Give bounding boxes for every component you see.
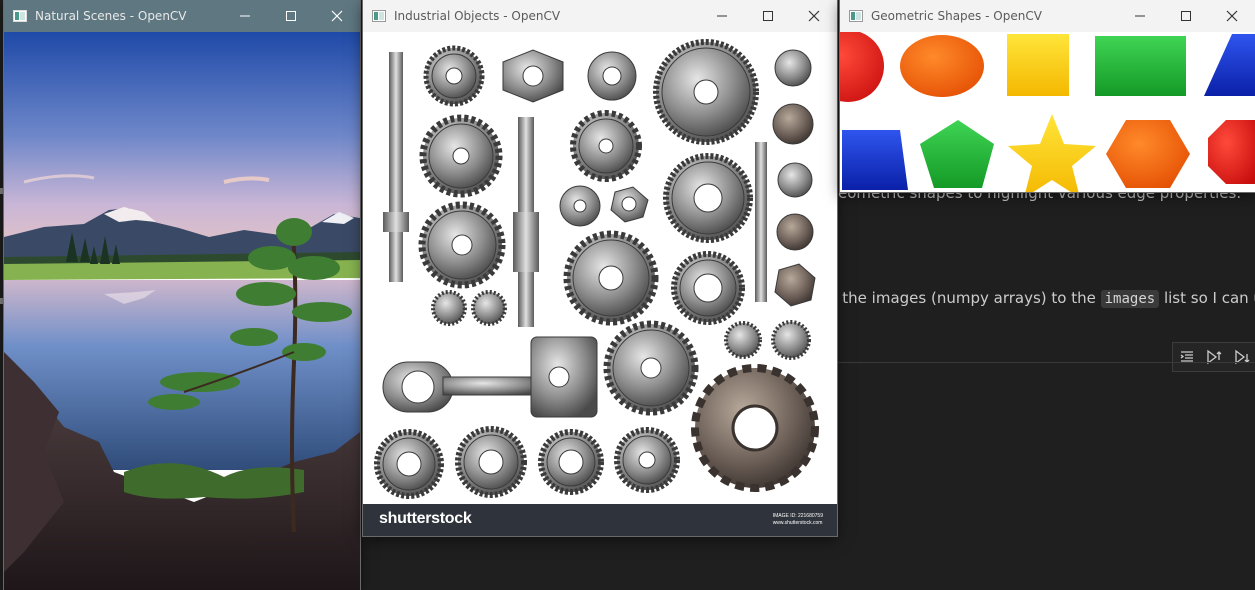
markdown-text-line: g the images (numpy arrays) to the image… [828, 289, 1255, 308]
industrial-objects-image: shutterstock IMAGE ID: 221680759 www.shu… [363, 32, 837, 536]
geometric-shapes-image [840, 30, 1255, 192]
title-bar[interactable]: Industrial Objects - OpenCV [363, 0, 837, 32]
execute-above-icon[interactable] [1205, 348, 1223, 366]
run-by-line-icon[interactable] [1178, 348, 1196, 366]
maximize-button[interactable] [1163, 0, 1209, 32]
minimize-button[interactable] [699, 0, 745, 32]
execute-below-icon[interactable] [1233, 348, 1251, 366]
orange-ellipse [900, 35, 984, 97]
minimize-button[interactable] [1117, 0, 1163, 32]
close-button[interactable] [314, 0, 360, 32]
gutter-marker [0, 298, 3, 304]
close-button[interactable] [791, 0, 837, 32]
yellow-square [1007, 34, 1069, 96]
window-app-icon [372, 10, 386, 22]
shapes-picture [840, 30, 1255, 192]
maximize-button[interactable] [745, 0, 791, 32]
geometric-shapes-window[interactable]: Geometric Shapes - OpenCV [840, 0, 1255, 192]
title-bar[interactable]: Geometric Shapes - OpenCV [840, 0, 1255, 32]
brand-watermark: shutterstock [379, 510, 472, 527]
window-app-icon [13, 10, 27, 22]
window-app-icon [849, 10, 863, 22]
window-title: Geometric Shapes - OpenCV [871, 9, 1042, 23]
natural-scenes-window[interactable]: Natural Scenes - OpenCV [4, 0, 360, 590]
title-bar[interactable]: Natural Scenes - OpenCV [4, 0, 360, 32]
cell-divider [838, 362, 1255, 363]
inline-code: images [1100, 290, 1160, 308]
gutter-marker [0, 188, 3, 194]
minimize-button[interactable] [222, 0, 268, 32]
blue-trapezoid [842, 130, 908, 190]
green-rectangle [1095, 36, 1186, 96]
image-id-label: IMAGE ID: 221680759 www.shutterstock.com [772, 513, 823, 526]
close-button[interactable] [1209, 0, 1255, 32]
window-title: Natural Scenes - OpenCV [35, 9, 187, 23]
natural-scene-image [4, 32, 360, 590]
industrial-objects-window[interactable]: Industrial Objects - OpenCV shutterstock… [363, 0, 837, 536]
lake-landscape-photo [4, 32, 360, 590]
window-title: Industrial Objects - OpenCV [394, 9, 561, 23]
cell-toolbar [1172, 342, 1255, 372]
maximize-button[interactable] [268, 0, 314, 32]
gears-photo [363, 32, 837, 536]
